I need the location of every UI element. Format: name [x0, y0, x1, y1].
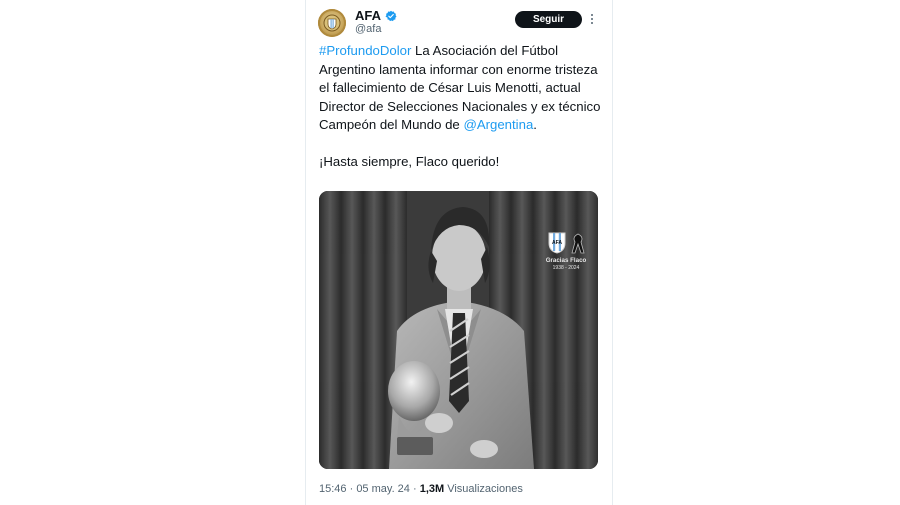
tweet-time[interactable]: 15:46 — [319, 483, 347, 495]
verified-badge-icon — [385, 10, 397, 22]
afa-shield-icon: AFA — [548, 232, 566, 254]
svg-text:AFA: AFA — [552, 240, 562, 246]
views-count: 1,3M — [419, 483, 445, 495]
tweet-meta: 15:46 · 05 may. 24 · 1,3M Visualizacione… — [319, 483, 523, 495]
meta-separator: · — [346, 483, 357, 495]
tweet-text: #ProfundoDolor La Asociación del Fútbol … — [319, 42, 604, 172]
overlay-caption: Gracias Flaco — [545, 257, 587, 264]
follow-button[interactable]: Seguir — [515, 11, 582, 28]
mourning-ribbon-icon — [571, 233, 585, 254]
mention-link[interactable]: @Argentina — [463, 117, 533, 132]
tweet-date[interactable]: 05 may. 24 — [356, 483, 410, 495]
views-label: Visualizaciones — [444, 483, 523, 495]
overlay-years: 1938 - 2024 — [552, 265, 580, 271]
hashtag-link[interactable]: #ProfundoDolor — [319, 43, 411, 58]
afa-crest-icon — [323, 14, 341, 32]
avatar[interactable] — [318, 9, 346, 37]
memorial-overlay: AFA Gracias Flaco 1938 - 2024 — [544, 231, 588, 271]
meta-separator-2: · — [409, 483, 420, 495]
more-options-icon[interactable] — [588, 11, 596, 27]
tweet-photo[interactable]: AFA Gracias Flaco 1938 - 2024 — [319, 191, 598, 469]
author-name-text[interactable]: AFA — [355, 8, 381, 23]
author-handle[interactable]: @afa — [355, 23, 381, 35]
author-name[interactable]: AFA — [355, 8, 397, 23]
